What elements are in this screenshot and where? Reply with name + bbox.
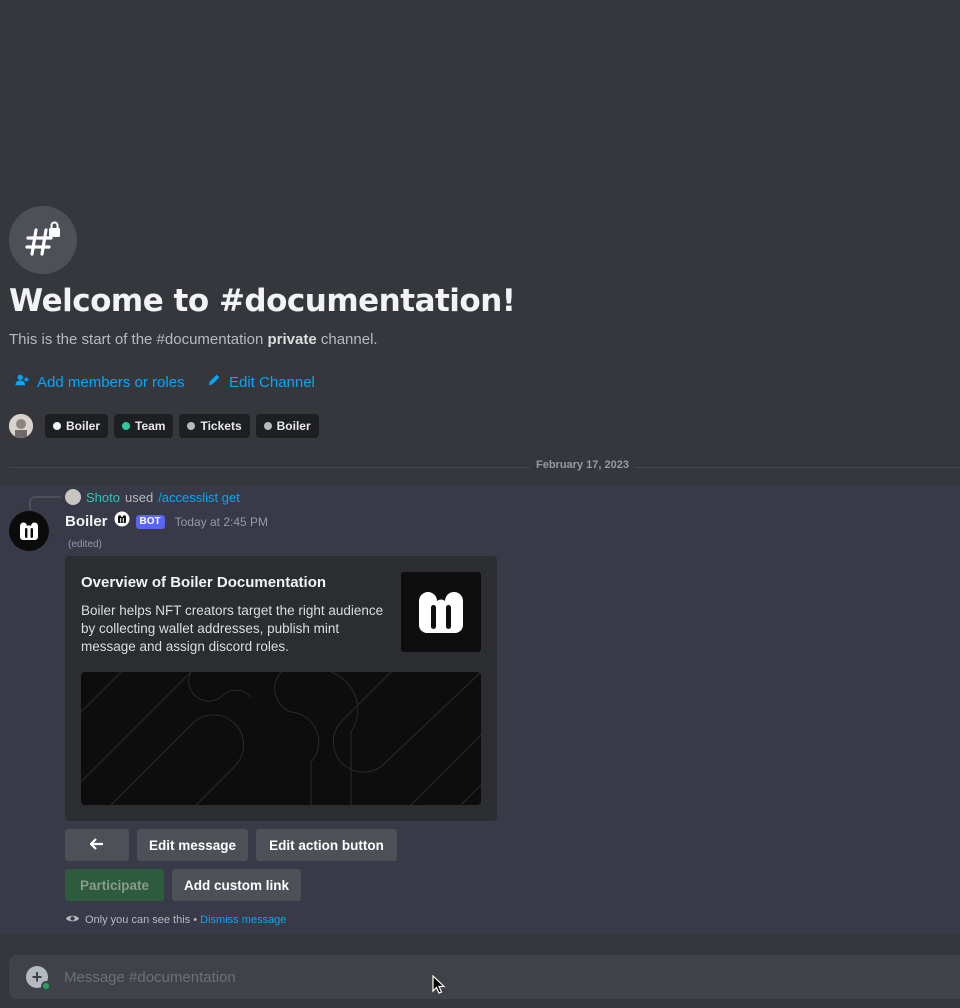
role-color-dot	[187, 422, 196, 430]
back-button[interactable]	[65, 829, 129, 861]
embed-image[interactable]	[81, 672, 481, 805]
reply-connector	[29, 496, 61, 510]
embed-thumbnail-logo[interactable]	[401, 572, 481, 652]
message-composer: +	[9, 955, 960, 999]
add-user-icon	[15, 373, 29, 391]
edit-message-button[interactable]: Edit message	[137, 829, 248, 861]
welcome-title: Welcome to #documentation!	[9, 283, 516, 319]
welcome-subtitle: This is the start of the #documentation …	[9, 331, 378, 348]
boiler-logo-icon	[114, 511, 130, 532]
embed-title: Overview of Boiler Documentation	[81, 574, 327, 591]
ephemeral-notice: Only you can see this • Dismiss message	[65, 913, 286, 927]
mouse-cursor-icon	[432, 974, 446, 1000]
reply-command[interactable]: /accesslist get	[158, 490, 240, 505]
role-pill-boiler[interactable]: Boiler	[45, 414, 109, 438]
eye-icon	[65, 913, 80, 927]
role-label: Boiler	[276, 419, 311, 433]
channel-hashtag-lock-icon	[9, 206, 77, 274]
avatar	[65, 489, 81, 505]
role-pill-tickets[interactable]: Tickets	[179, 414, 250, 438]
avatar[interactable]	[9, 414, 33, 438]
embed-description: Boiler helps NFT creators target the rig…	[81, 603, 384, 654]
bot-tag: BOT	[135, 514, 165, 529]
date-divider-label: February 17, 2023	[530, 459, 635, 471]
participate-button[interactable]: Participate	[65, 869, 164, 901]
add-attachment-button[interactable]: +	[26, 966, 51, 991]
role-pill-boiler-2[interactable]: Boiler	[255, 414, 319, 438]
message-input[interactable]	[64, 968, 960, 986]
add-members-label: Add members or roles	[37, 373, 185, 391]
arrow-left-icon	[89, 837, 104, 853]
role-label: Team	[135, 419, 166, 433]
role-color-dot	[53, 422, 61, 430]
edit-channel-link[interactable]: Edit Channel	[207, 373, 315, 391]
command-reference[interactable]: Shoto used /accesslist get	[65, 489, 240, 505]
date-divider-line	[9, 467, 960, 468]
edit-action-button[interactable]: Edit action button	[256, 829, 397, 861]
add-custom-link-button[interactable]: Add custom link	[172, 869, 301, 901]
role-label: Tickets	[200, 419, 242, 433]
edited-label: (edited)	[68, 539, 102, 550]
role-color-dot	[122, 422, 131, 430]
message-timestamp: Today at 2:45 PM	[174, 514, 269, 529]
reply-username[interactable]: Shoto	[86, 490, 120, 505]
message-header: Boiler BOT Today at 2:45 PM	[65, 511, 268, 532]
ephemeral-text: Only you can see this •	[85, 914, 201, 926]
pencil-icon	[207, 373, 221, 391]
role-pill-team[interactable]: Team	[114, 414, 174, 438]
reply-used-text: used	[124, 489, 154, 505]
add-members-link[interactable]: Add members or roles	[15, 373, 185, 391]
role-color-dot	[263, 422, 272, 430]
edit-channel-label: Edit Channel	[229, 373, 315, 391]
role-label: Boiler	[66, 419, 101, 433]
channel-roles: Boiler Team Tickets Boiler	[9, 414, 319, 438]
dismiss-message-link[interactable]: Dismiss message	[200, 914, 286, 926]
status-badge	[41, 981, 51, 991]
bot-avatar[interactable]	[9, 511, 49, 551]
author-name[interactable]: Boiler	[65, 513, 108, 530]
